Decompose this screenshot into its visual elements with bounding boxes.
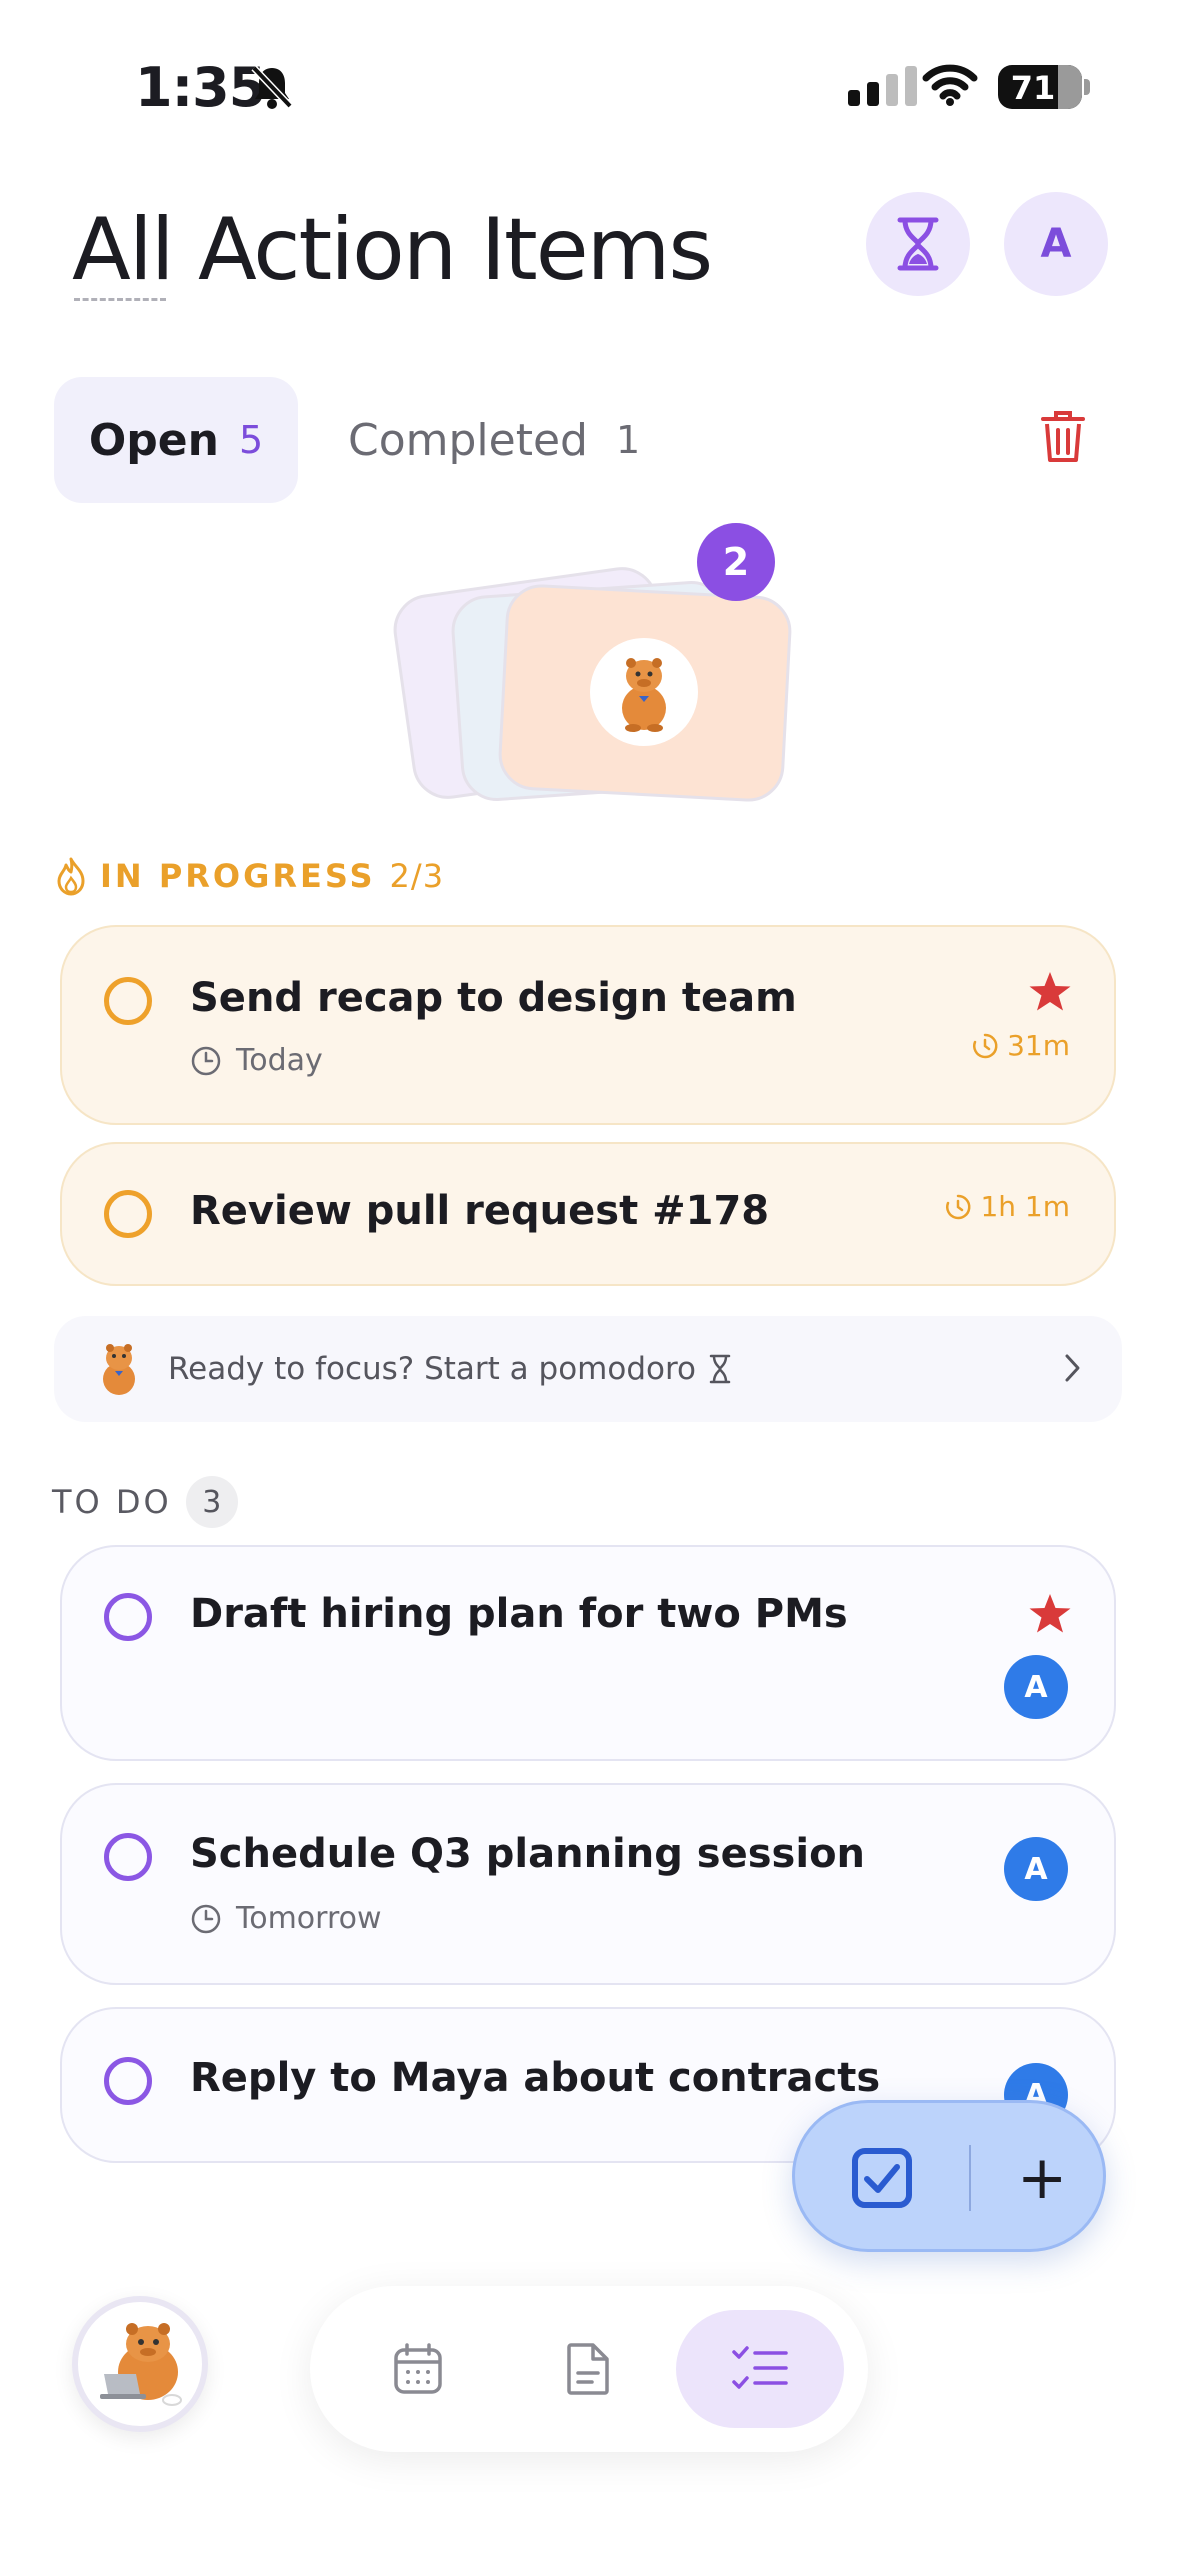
hourglass-icon (897, 217, 939, 271)
title-underline (74, 298, 166, 301)
mascot-profile-button[interactable] (72, 2296, 208, 2432)
task-timer-value: 31m (1007, 1029, 1070, 1062)
task-card[interactable]: Draft hiring plan for two PMs A (60, 1545, 1116, 1761)
task-checkbox[interactable] (104, 1593, 152, 1641)
nav-tasks[interactable] (676, 2310, 844, 2428)
todo-count: 3 (185, 1476, 238, 1528)
assignee-avatar: A (1004, 1837, 1068, 1901)
chevron-right-icon (1065, 1354, 1080, 1382)
task-title: Draft hiring plan for two PMs (190, 1591, 848, 1637)
cellular-signal-icon (848, 66, 917, 106)
document-icon (567, 2343, 609, 2395)
todo-header: TO DO 3 (52, 1476, 238, 1528)
pomodoro-button[interactable] (866, 192, 970, 296)
task-title: Review pull request #178 (190, 1188, 770, 1234)
task-checkbox[interactable] (104, 1833, 152, 1881)
page-title: All Action Items (72, 200, 713, 300)
flame-icon (57, 857, 85, 896)
in-progress-count: 2/3 (389, 857, 445, 895)
capybara-mascot (103, 1344, 135, 1395)
task-due-label: Tomorrow (236, 1901, 382, 1936)
task-timer: 1h 1m (944, 1190, 1070, 1223)
nav-calendar[interactable] (334, 2310, 502, 2428)
plus-icon[interactable]: + (1017, 2143, 1067, 2213)
task-title: Schedule Q3 planning session (190, 1831, 866, 1877)
battery-tip (1084, 79, 1090, 95)
capybara-laptop-icon (100, 2323, 182, 2406)
fab-divider (969, 2145, 971, 2211)
checkbox-icon[interactable] (851, 2147, 913, 2209)
hourglass-icon (709, 1354, 731, 1384)
task-timer-value: 1h 1m (980, 1190, 1070, 1223)
tab-completed-label: Completed (348, 414, 588, 466)
timer-icon (946, 1194, 971, 1219)
battery-percentage: 71 (1010, 69, 1056, 107)
stack-count-badge: 2 (697, 523, 775, 601)
task-card[interactable]: Schedule Q3 planning session Tomorrow A (60, 1783, 1116, 1985)
tab-open-label: Open (88, 414, 219, 466)
assignee-avatar: A (1004, 1655, 1068, 1719)
task-due-label: Today (236, 1043, 323, 1078)
clock-icon (191, 1046, 221, 1075)
timer-icon (973, 1033, 998, 1058)
bell-slash-icon (250, 64, 294, 114)
task-checkbox[interactable] (104, 977, 152, 1025)
quick-add-fab[interactable]: + (792, 2100, 1106, 2252)
capybara-mascot (590, 638, 698, 746)
task-card[interactable]: Send recap to design team Today 31m (60, 925, 1116, 1125)
checklist-icon (732, 2346, 788, 2389)
task-due: Today (190, 1043, 323, 1078)
tab-completed-count: 1 (615, 418, 641, 462)
trash-icon (1041, 411, 1085, 462)
delete-button[interactable] (1040, 410, 1086, 468)
bottom-nav (310, 2286, 868, 2452)
tab-open-count: 5 (238, 418, 264, 462)
clock-icon (191, 1904, 221, 1933)
task-checkbox[interactable] (104, 2057, 152, 2105)
task-checkbox[interactable] (104, 1190, 152, 1238)
wifi-icon (922, 62, 978, 110)
task-title: Reply to Maya about contracts (190, 2055, 881, 2101)
tab-open[interactable]: Open 5 (54, 377, 298, 503)
status-time: 1:35 (135, 56, 266, 119)
star-icon[interactable] (1028, 1593, 1072, 1635)
task-timer: 31m (971, 1029, 1070, 1062)
task-card[interactable]: Review pull request #178 1h 1m (60, 1142, 1116, 1286)
tab-completed[interactable]: Completed 1 (348, 377, 640, 503)
focus-banner-text: Ready to focus? Start a pomodoro (168, 1351, 697, 1387)
in-progress-header: IN PROGRESS 2/3 (56, 856, 444, 896)
todo-label: TO DO (52, 1483, 172, 1521)
battery-indicator: 71 (998, 65, 1082, 109)
focus-banner[interactable]: Ready to focus? Start a pomodoro (54, 1316, 1122, 1422)
nav-notes[interactable] (504, 2310, 672, 2428)
task-due: Tomorrow (190, 1901, 382, 1936)
in-progress-label: IN PROGRESS (100, 857, 376, 895)
star-icon[interactable] (1028, 971, 1072, 1013)
task-title: Send recap to design team (190, 975, 797, 1021)
calendar-icon (394, 2343, 442, 2394)
avatar-initial: A (1040, 221, 1072, 267)
user-avatar-button[interactable]: A (1004, 192, 1108, 296)
